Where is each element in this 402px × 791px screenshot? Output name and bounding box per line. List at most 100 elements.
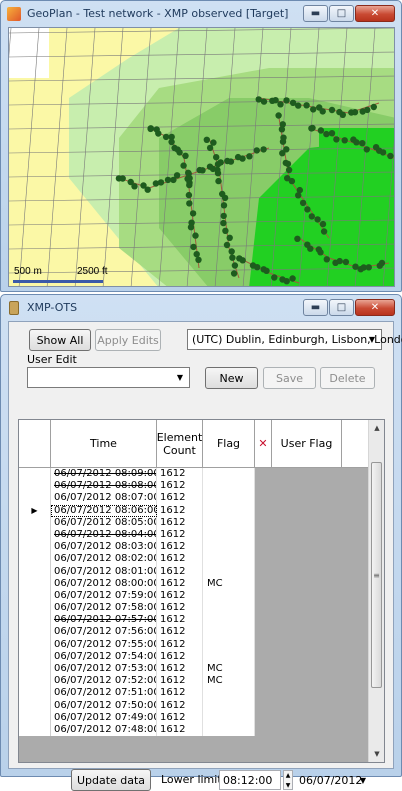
element-count-cell[interactable]: 1612 <box>157 589 203 603</box>
row-indicator[interactable] <box>19 565 51 578</box>
table-row[interactable]: 06/07/2012 07:52:00 1612 MC <box>19 675 369 688</box>
maximize-button[interactable]: □ <box>329 299 354 316</box>
delete-flag-cell[interactable] <box>255 675 272 688</box>
row-indicator[interactable] <box>19 626 51 639</box>
row-indicator[interactable] <box>19 577 51 590</box>
element-count-cell[interactable]: 1612 <box>157 468 203 481</box>
table-row[interactable]: 06/07/2012 08:04:00 1612 <box>19 528 369 542</box>
flag-cell[interactable] <box>203 528 255 542</box>
table-row[interactable]: 06/07/2012 08:00:00 1612 MC <box>19 577 369 590</box>
delete-flag-cell[interactable] <box>255 723 272 737</box>
user-flag-cell[interactable] <box>272 699 342 712</box>
delete-flag-icon[interactable]: ✕ <box>255 420 272 467</box>
geoplan-title-bar[interactable]: GeoPlan - Test network - XMP observed [T… <box>1 1 401 27</box>
apply-edits-button[interactable]: Apply Edits <box>95 329 161 351</box>
user-flag-cell[interactable] <box>272 516 342 529</box>
delete-flag-cell[interactable] <box>255 687 272 700</box>
delete-flag-cell[interactable] <box>255 602 272 615</box>
time-cell[interactable]: 06/07/2012 08:04:00 <box>51 528 157 542</box>
flag-cell[interactable] <box>203 602 255 615</box>
flag-cell[interactable] <box>203 480 255 493</box>
xmpots-title-bar[interactable]: XMP-OTS ▬ □ ✕ <box>1 295 401 321</box>
flag-cell[interactable] <box>203 687 255 700</box>
element-count-cell[interactable]: 1612 <box>157 553 203 566</box>
table-row[interactable]: 06/07/2012 07:57:00 1612 <box>19 614 369 627</box>
delete-flag-cell[interactable] <box>255 699 272 712</box>
table-row[interactable]: 06/07/2012 07:53:00 1612 MC <box>19 663 369 676</box>
table-row[interactable]: ▶ 06/07/2012 08:06:00 1612 <box>19 504 369 517</box>
table-row[interactable]: 06/07/2012 07:58:00 1612 <box>19 602 369 615</box>
row-indicator[interactable] <box>19 602 51 615</box>
time-cell[interactable]: 06/07/2012 08:09:00 <box>51 468 157 481</box>
update-data-button[interactable]: Update data <box>71 769 151 791</box>
row-indicator[interactable] <box>19 675 51 688</box>
flag-cell[interactable]: MC <box>203 577 255 590</box>
user-flag-cell[interactable] <box>272 711 342 724</box>
column-header-user-flag[interactable]: User Flag <box>272 420 342 467</box>
row-indicator[interactable] <box>19 711 51 724</box>
geoplan-map[interactable]: 500 m 2500 ft <box>8 27 395 287</box>
time-cell[interactable]: 06/07/2012 08:08:00 <box>51 480 157 493</box>
maximize-button[interactable]: □ <box>329 5 354 22</box>
lower-limit-date-picker[interactable]: 06/07/2012 ▼ <box>296 770 368 790</box>
flag-cell[interactable] <box>203 723 255 737</box>
element-count-cell[interactable]: 1612 <box>157 480 203 493</box>
user-flag-cell[interactable] <box>272 504 342 517</box>
column-header-element-count[interactable]: Element Count <box>157 420 203 467</box>
table-row[interactable]: 06/07/2012 08:07:00 1612 <box>19 492 369 505</box>
element-count-cell[interactable]: 1612 <box>157 565 203 578</box>
user-flag-cell[interactable] <box>272 687 342 700</box>
delete-flag-cell[interactable] <box>255 480 272 493</box>
table-row[interactable]: 06/07/2012 08:08:00 1612 <box>19 480 369 493</box>
flag-cell[interactable] <box>203 504 255 517</box>
minimize-button[interactable]: ▬ <box>303 5 328 22</box>
flag-cell[interactable] <box>203 553 255 566</box>
table-row[interactable]: 06/07/2012 08:03:00 1612 <box>19 541 369 554</box>
timezone-select[interactable]: (UTC) Dublin, Edinburgh, Lisbon, London … <box>187 329 402 350</box>
table-row[interactable]: 06/07/2012 07:49:00 1612 <box>19 711 369 724</box>
row-indicator[interactable] <box>19 528 51 542</box>
user-flag-cell[interactable] <box>272 541 342 554</box>
row-indicator[interactable] <box>19 516 51 529</box>
delete-flag-cell[interactable] <box>255 528 272 542</box>
row-indicator[interactable] <box>19 480 51 493</box>
element-count-cell[interactable]: 1612 <box>157 711 203 724</box>
table-row[interactable]: 06/07/2012 07:48:00 1612 <box>19 723 369 737</box>
user-flag-cell[interactable] <box>272 565 342 578</box>
spin-up-icon[interactable]: ▲ <box>284 771 292 781</box>
user-flag-cell[interactable] <box>272 468 342 481</box>
flag-cell[interactable] <box>203 699 255 712</box>
row-indicator[interactable] <box>19 468 51 481</box>
user-flag-cell[interactable] <box>272 577 342 590</box>
save-button[interactable]: Save <box>263 367 316 389</box>
delete-flag-cell[interactable] <box>255 626 272 639</box>
flag-cell[interactable] <box>203 626 255 639</box>
user-flag-cell[interactable] <box>272 589 342 603</box>
delete-flag-cell[interactable] <box>255 565 272 578</box>
element-count-cell[interactable]: 1612 <box>157 663 203 676</box>
row-indicator[interactable] <box>19 638 51 651</box>
flag-cell[interactable]: MC <box>203 675 255 688</box>
delete-flag-cell[interactable] <box>255 516 272 529</box>
show-all-button[interactable]: Show All <box>29 329 91 351</box>
user-flag-cell[interactable] <box>272 480 342 493</box>
element-count-cell[interactable]: 1612 <box>157 602 203 615</box>
user-flag-cell[interactable] <box>272 626 342 639</box>
time-cell[interactable]: 06/07/2012 08:05:00 <box>51 516 157 529</box>
user-flag-cell[interactable] <box>272 492 342 505</box>
element-count-cell[interactable]: 1612 <box>157 492 203 505</box>
time-cell[interactable]: 06/07/2012 07:57:00 <box>51 614 157 627</box>
delete-flag-cell[interactable] <box>255 638 272 651</box>
close-button[interactable]: ✕ <box>355 5 395 22</box>
table-row[interactable]: 06/07/2012 07:54:00 1612 <box>19 650 369 663</box>
row-indicator[interactable] <box>19 699 51 712</box>
table-row[interactable]: 06/07/2012 08:05:00 1612 <box>19 516 369 529</box>
flag-cell[interactable] <box>203 492 255 505</box>
delete-flag-cell[interactable] <box>255 614 272 627</box>
row-indicator[interactable] <box>19 687 51 700</box>
element-count-cell[interactable]: 1612 <box>157 577 203 590</box>
user-flag-cell[interactable] <box>272 602 342 615</box>
scroll-thumb[interactable]: ≡ <box>371 462 382 688</box>
time-cell[interactable]: 06/07/2012 07:49:00 <box>51 711 157 724</box>
element-count-cell[interactable]: 1612 <box>157 626 203 639</box>
